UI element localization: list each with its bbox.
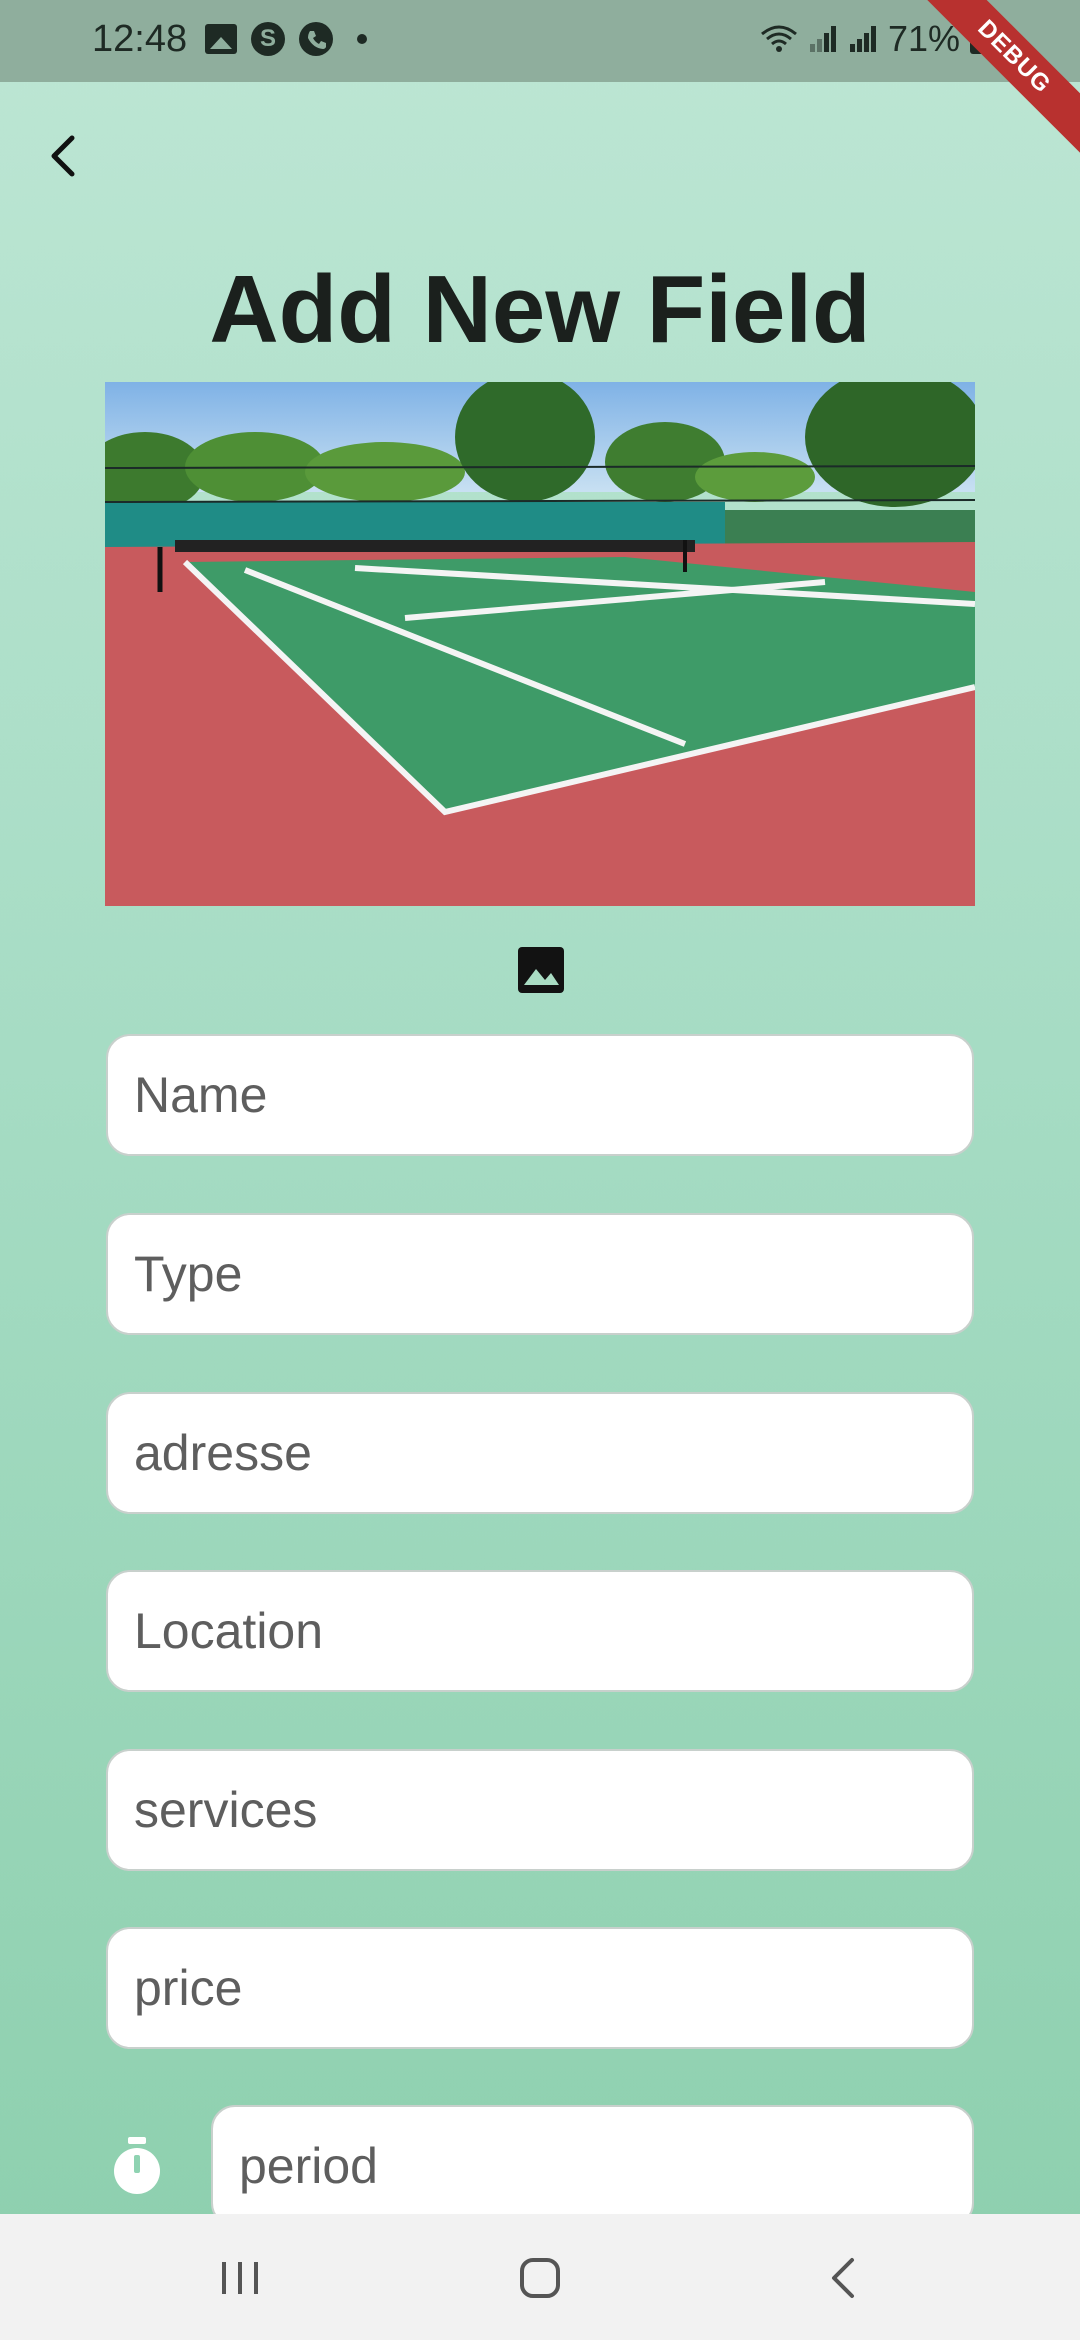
back-icon [832, 2258, 854, 2298]
s-app-icon: S [251, 22, 285, 56]
nav-back-button[interactable] [814, 2248, 874, 2308]
tennis-court-image [105, 382, 975, 906]
home-icon [520, 2258, 560, 2298]
page-title: Add New Field [209, 256, 871, 363]
system-nav-bar [0, 2214, 1080, 2340]
signal-icon [848, 24, 878, 54]
signal-icon [808, 24, 838, 54]
gallery-icon [205, 24, 237, 54]
home-button[interactable] [510, 2248, 570, 2308]
price-input[interactable] [106, 1927, 974, 2049]
timer-icon [110, 2135, 164, 2197]
battery-percent: 71% [887, 18, 960, 59]
status-bar: 12:48 S 71% DEBUG [0, 0, 1080, 164]
type-input[interactable] [106, 1213, 974, 1335]
location-input[interactable] [106, 1570, 974, 1692]
wifi-icon [760, 25, 797, 52]
name-input[interactable] [106, 1034, 974, 1156]
back-button[interactable] [36, 124, 88, 188]
adresse-input[interactable] [106, 1392, 974, 1514]
recent-apps-button[interactable] [210, 2248, 270, 2308]
image-icon [518, 947, 564, 993]
phone-icon [299, 22, 333, 56]
period-input[interactable] [211, 2105, 974, 2227]
services-input[interactable] [106, 1749, 974, 1871]
field-image [105, 382, 975, 906]
dot-icon [357, 34, 367, 44]
pick-image-button[interactable] [516, 945, 566, 995]
status-time: 12:48 [92, 18, 188, 60]
chevron-left-icon [51, 135, 75, 177]
recent-apps-icon [222, 2262, 258, 2294]
notification-icons: S [205, 22, 367, 56]
